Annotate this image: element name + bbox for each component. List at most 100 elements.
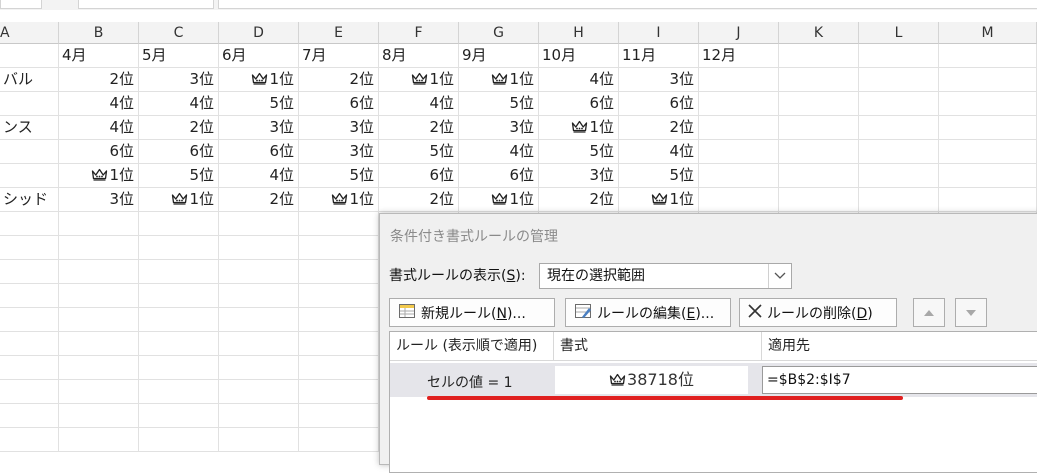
cell-C17[interactable] bbox=[139, 428, 219, 452]
cell-H7[interactable]: 2位 bbox=[539, 188, 619, 212]
cell-A7[interactable]: シッド bbox=[0, 188, 59, 212]
cell-E13[interactable] bbox=[299, 332, 379, 356]
cell-G3[interactable]: 5位 bbox=[459, 92, 539, 116]
cell-J5[interactable] bbox=[699, 140, 779, 164]
cell-F2[interactable]: 1位 bbox=[379, 68, 459, 92]
formula-input-fragment[interactable] bbox=[218, 0, 1037, 9]
cell-B14[interactable] bbox=[59, 356, 139, 380]
cell-A2[interactable]: バル bbox=[0, 68, 59, 92]
cell-C12[interactable] bbox=[139, 308, 219, 332]
cell-K3[interactable] bbox=[779, 92, 859, 116]
cell-K6[interactable] bbox=[779, 164, 859, 188]
cell-E4[interactable]: 3位 bbox=[299, 116, 379, 140]
cell-B3[interactable]: 4位 bbox=[59, 92, 139, 116]
cell-C14[interactable] bbox=[139, 356, 219, 380]
column-header-D[interactable]: D bbox=[219, 22, 299, 44]
cell-H3[interactable]: 6位 bbox=[539, 92, 619, 116]
rules-list[interactable]: ルール (表示順で適用) 書式 適用先 セルの値 = 1 38718位 =$B$… bbox=[389, 331, 1037, 473]
cell-F4[interactable]: 2位 bbox=[379, 116, 459, 140]
column-header-B[interactable]: B bbox=[59, 22, 139, 44]
cell-C6[interactable]: 5位 bbox=[139, 164, 219, 188]
col-header-format[interactable]: 書式 bbox=[554, 332, 762, 361]
cell-D8[interactable] bbox=[219, 212, 299, 236]
toolbar-fragment[interactable] bbox=[78, 0, 214, 9]
cell-B10[interactable] bbox=[59, 260, 139, 284]
cell-D12[interactable] bbox=[219, 308, 299, 332]
cell-M3[interactable] bbox=[939, 92, 1037, 116]
cell-A14[interactable] bbox=[0, 356, 59, 380]
cell-J7[interactable] bbox=[699, 188, 779, 212]
cell-B8[interactable] bbox=[59, 212, 139, 236]
cell-D17[interactable] bbox=[219, 428, 299, 452]
cell-E12[interactable] bbox=[299, 308, 379, 332]
cell-D15[interactable] bbox=[219, 380, 299, 404]
new-rule-button[interactable]: 新規ルール(N)... bbox=[389, 298, 555, 327]
cell-L6[interactable] bbox=[859, 164, 939, 188]
move-down-button[interactable] bbox=[955, 298, 987, 327]
cell-L4[interactable] bbox=[859, 116, 939, 140]
cell-D1[interactable]: 6月 bbox=[219, 44, 299, 68]
cell-H4[interactable]: 1位 bbox=[539, 116, 619, 140]
cell-F3[interactable]: 4位 bbox=[379, 92, 459, 116]
column-header-A[interactable]: A bbox=[0, 22, 59, 44]
col-header-applies-to[interactable]: 適用先 bbox=[762, 332, 1037, 361]
cell-B9[interactable] bbox=[59, 236, 139, 260]
cell-B4[interactable]: 4位 bbox=[59, 116, 139, 140]
cell-D16[interactable] bbox=[219, 404, 299, 428]
cell-G4[interactable]: 3位 bbox=[459, 116, 539, 140]
cell-C7[interactable]: 1位 bbox=[139, 188, 219, 212]
cell-A16[interactable] bbox=[0, 404, 59, 428]
cell-D3[interactable]: 5位 bbox=[219, 92, 299, 116]
cell-M4[interactable] bbox=[939, 116, 1037, 140]
cell-J4[interactable] bbox=[699, 116, 779, 140]
cell-C15[interactable] bbox=[139, 380, 219, 404]
move-up-button[interactable] bbox=[913, 298, 945, 327]
cell-A3[interactable] bbox=[0, 92, 59, 116]
cell-K5[interactable] bbox=[779, 140, 859, 164]
cell-I7[interactable]: 1位 bbox=[619, 188, 699, 212]
cell-B11[interactable] bbox=[59, 284, 139, 308]
cell-B12[interactable] bbox=[59, 308, 139, 332]
cell-A4[interactable]: ンス bbox=[0, 116, 59, 140]
cell-C1[interactable]: 5月 bbox=[139, 44, 219, 68]
cell-A11[interactable] bbox=[0, 284, 59, 308]
cell-I1[interactable]: 11月 bbox=[619, 44, 699, 68]
column-header-J[interactable]: J bbox=[699, 22, 779, 44]
cell-F6[interactable]: 6位 bbox=[379, 164, 459, 188]
column-header-M[interactable]: M bbox=[939, 22, 1037, 44]
cell-I3[interactable]: 6位 bbox=[619, 92, 699, 116]
cell-A1[interactable] bbox=[0, 44, 59, 68]
cell-G6[interactable]: 6位 bbox=[459, 164, 539, 188]
scope-dropdown[interactable]: 現在の選択範囲 bbox=[539, 263, 792, 289]
cell-E9[interactable] bbox=[299, 236, 379, 260]
cell-E11[interactable] bbox=[299, 284, 379, 308]
cell-H6[interactable]: 3位 bbox=[539, 164, 619, 188]
cell-E7[interactable]: 1位 bbox=[299, 188, 379, 212]
column-header-K[interactable]: K bbox=[779, 22, 859, 44]
cell-D13[interactable] bbox=[219, 332, 299, 356]
cell-L3[interactable] bbox=[859, 92, 939, 116]
cell-A15[interactable] bbox=[0, 380, 59, 404]
cell-C8[interactable] bbox=[139, 212, 219, 236]
name-box-fragment[interactable] bbox=[0, 0, 42, 9]
cell-F5[interactable]: 5位 bbox=[379, 140, 459, 164]
cell-B13[interactable] bbox=[59, 332, 139, 356]
cell-I2[interactable]: 3位 bbox=[619, 68, 699, 92]
cell-E10[interactable] bbox=[299, 260, 379, 284]
cell-E3[interactable]: 6位 bbox=[299, 92, 379, 116]
cell-G2[interactable]: 1位 bbox=[459, 68, 539, 92]
cell-A12[interactable] bbox=[0, 308, 59, 332]
applies-to-range-input[interactable]: =$B$2:$I$7 bbox=[762, 366, 1037, 394]
cell-E1[interactable]: 7月 bbox=[299, 44, 379, 68]
cell-L2[interactable] bbox=[859, 68, 939, 92]
cell-E17[interactable] bbox=[299, 428, 379, 452]
cell-L1[interactable] bbox=[859, 44, 939, 68]
column-header-L[interactable]: L bbox=[859, 22, 939, 44]
col-header-rule[interactable]: ルール (表示順で適用) bbox=[390, 332, 554, 361]
cell-E15[interactable] bbox=[299, 380, 379, 404]
cell-E2[interactable]: 2位 bbox=[299, 68, 379, 92]
cell-C3[interactable]: 4位 bbox=[139, 92, 219, 116]
cell-G5[interactable]: 4位 bbox=[459, 140, 539, 164]
cell-M6[interactable] bbox=[939, 164, 1037, 188]
cell-B6[interactable]: 1位 bbox=[59, 164, 139, 188]
